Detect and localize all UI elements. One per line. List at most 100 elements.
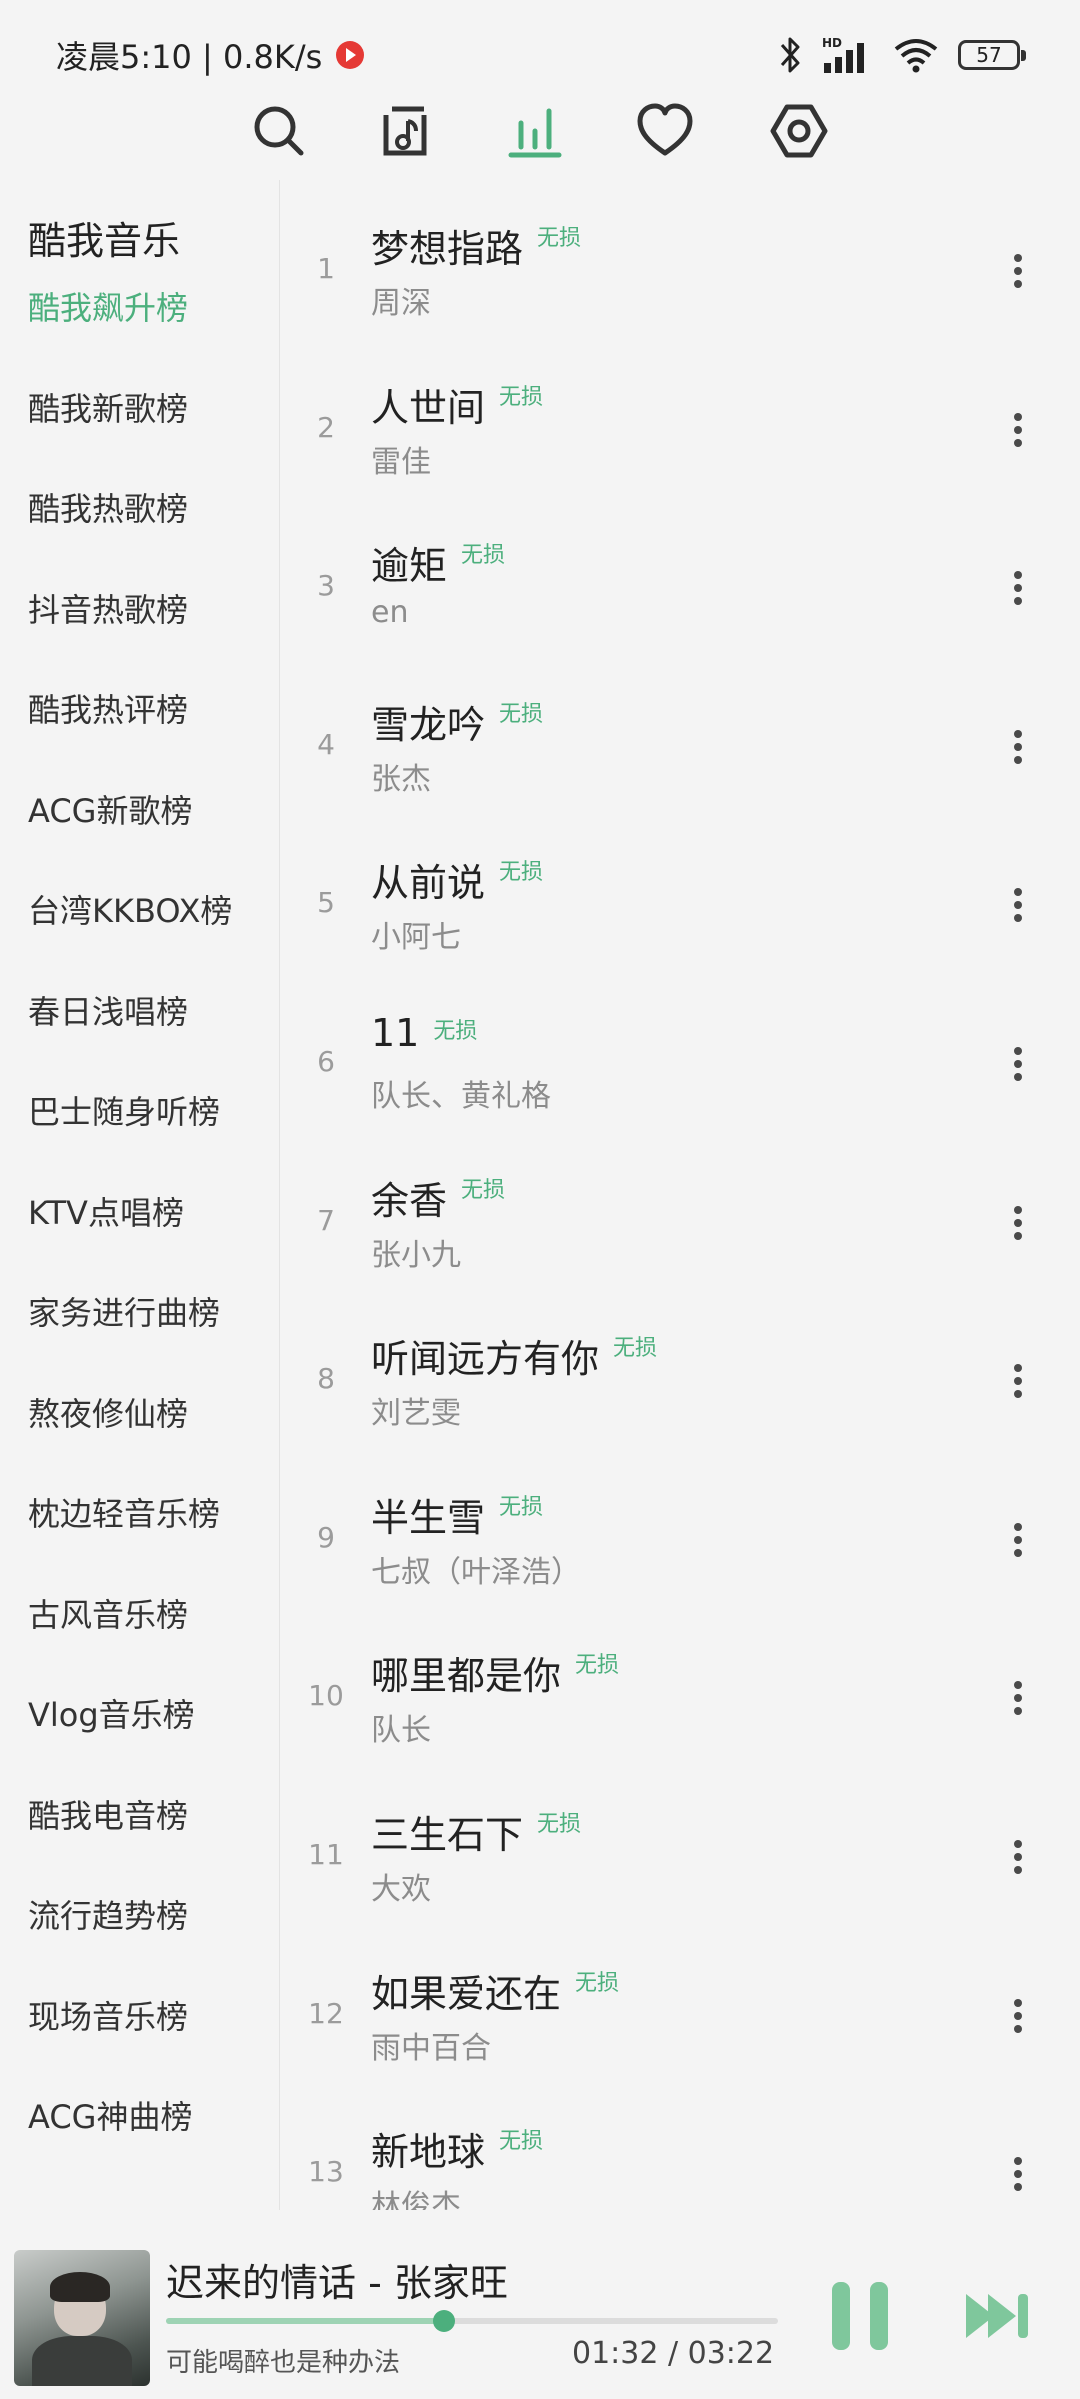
nav-charts-button[interactable] <box>500 96 570 166</box>
sidebar-category-item[interactable]: ACG神曲榜 <box>28 2087 192 2147</box>
more-options-icon[interactable] <box>1006 1515 1030 1565</box>
nav-favorites-button[interactable] <box>630 96 700 166</box>
next-track-icon <box>966 2294 1028 2338</box>
lossless-badge: 无损 <box>537 226 582 251</box>
sidebar-category-item[interactable]: 酷我热歌榜 <box>28 479 188 539</box>
more-options-icon[interactable] <box>1006 1039 1030 1089</box>
song-artist: 张小九 <box>371 1237 461 1273</box>
pause-button[interactable] <box>828 2282 892 2350</box>
sidebar-category-item[interactable]: 熬夜修仙榜 <box>28 1384 188 1444</box>
song-rank: 5 <box>317 886 335 920</box>
sidebar-category-item[interactable]: 春日浅唱榜 <box>28 982 188 1042</box>
lossless-badge: 无损 <box>461 1177 506 1203</box>
sidebar-title: 酷我音乐 <box>28 219 181 263</box>
song-list: 1 梦想指路 无损 周深 2 人世间 无损 雷佳 3 逾矩 无损 en 4 雪龙吟 无损 张杰 5 从前说 无损 小阿… <box>281 180 1080 2210</box>
song-title: 雪龙吟 <box>371 702 486 747</box>
sidebar-category-item[interactable]: 酷我新歌榜 <box>28 379 188 439</box>
song-rank: 11 <box>308 1838 344 1871</box>
signal-icon: HD <box>822 36 864 73</box>
song-row[interactable]: 1 梦想指路 无损 周深 <box>281 194 1080 352</box>
lossless-badge: 无损 <box>575 1970 620 1996</box>
sidebar-category-item[interactable]: 抖音热歌榜 <box>28 580 188 640</box>
sidebar-category-item[interactable]: 现场音乐榜 <box>28 1987 188 2047</box>
song-row[interactable]: 2 人世间 无损 雷佳 <box>281 353 1080 511</box>
lossless-badge: 无损 <box>499 384 544 410</box>
song-title: 11 <box>371 1011 420 1055</box>
song-row[interactable]: 13 新地球 无损 林俊杰 <box>281 2097 1080 2210</box>
lossless-badge: 无损 <box>537 1812 582 1837</box>
nav-settings-button[interactable] <box>764 96 834 166</box>
top-nav <box>0 96 1080 166</box>
song-rank: 9 <box>317 1520 335 1554</box>
song-title-wrap: 余香 无损 <box>371 1170 505 1225</box>
screen-record-icon <box>336 41 365 69</box>
lossless-badge: 无损 <box>499 2129 544 2155</box>
status-bar: 凌晨5:10 | 0.8K/s HD 57 <box>0 0 1080 104</box>
sidebar-category-item[interactable]: 巴士随身听榜 <box>28 1082 220 1142</box>
song-row[interactable]: 12 如果爱还在 无损 雨中百合 <box>281 1939 1080 2097</box>
song-artist: 雨中百合 <box>371 2030 491 2066</box>
more-options-icon[interactable] <box>1006 722 1030 772</box>
song-title: 梦想指路 <box>371 227 524 271</box>
more-options-icon[interactable] <box>1006 2149 1030 2199</box>
lossless-badge: 无损 <box>499 701 544 727</box>
more-options-icon[interactable] <box>1006 1673 1030 1723</box>
song-rank: 8 <box>317 1362 335 1396</box>
svg-text:HD: HD <box>822 36 842 50</box>
more-options-icon[interactable] <box>1006 880 1030 930</box>
sidebar-category-item[interactable]: Vlog音乐榜 <box>28 1685 195 1745</box>
more-options-icon[interactable] <box>1006 1991 1030 2041</box>
more-options-icon[interactable] <box>1006 1356 1030 1406</box>
sidebar-category-item[interactable]: KTV点唱榜 <box>28 1183 184 1243</box>
status-left: 凌晨5:10 | 0.8K/s <box>56 30 365 80</box>
song-rank: 12 <box>308 1996 344 2030</box>
album-cover[interactable] <box>14 2250 150 2386</box>
song-row[interactable]: 3 逾矩 无损 en <box>281 511 1080 669</box>
now-playing-title: 迟来的情话 - 张家旺 <box>166 2261 508 2305</box>
song-row[interactable]: 4 雪龙吟 无损 张杰 <box>281 670 1080 828</box>
song-rank: 7 <box>317 1203 335 1237</box>
song-artist: 张杰 <box>371 761 431 797</box>
more-options-icon[interactable] <box>1006 405 1030 455</box>
wifi-icon <box>894 39 938 73</box>
status-right: HD 57 <box>778 30 1026 80</box>
song-title: 余香 <box>371 1178 448 1223</box>
song-artist: 雷佳 <box>371 444 431 480</box>
song-row[interactable]: 9 半生雪 无损 七叔（叶泽浩） <box>281 1463 1080 1621</box>
song-row[interactable]: 11 三生石下 无损 大欢 <box>281 1780 1080 1938</box>
sidebar-category-item[interactable]: 酷我电音榜 <box>28 1786 188 1846</box>
progress-knob[interactable] <box>433 2310 456 2332</box>
song-row[interactable]: 10 哪里都是你 无损 队长 <box>281 1621 1080 1779</box>
song-title: 新地球 <box>371 2130 486 2175</box>
song-artist: 刘艺雯 <box>371 1396 461 1432</box>
song-row[interactable]: 7 余香 无损张小九 <box>281 1146 1080 1304</box>
song-row[interactable]: 6 11 无损 队长、黄礼格 <box>281 987 1080 1145</box>
music-library-icon <box>383 106 427 156</box>
more-options-icon[interactable] <box>1006 1832 1030 1882</box>
sidebar-category-item[interactable]: 古风音乐榜 <box>28 1585 188 1645</box>
mini-player[interactable]: 迟来的情话 - 张家旺 可能喝醉也是种办法 01:32 / 03:22 <box>0 2236 1080 2399</box>
song-row[interactable]: 5 从前说 无损 小阿七 <box>281 828 1080 986</box>
sidebar-category-item[interactable]: 台湾KKBOX榜 <box>28 881 232 941</box>
sidebar-category-item[interactable]: 酷我热评榜 <box>28 680 188 740</box>
nav-library-button[interactable] <box>371 96 441 166</box>
song-title-wrap: 新地球 无损 <box>371 2121 543 2176</box>
lossless-badge: 无损 <box>613 1336 658 1362</box>
sidebar-category-item[interactable]: 酷我飙升榜 <box>28 278 188 338</box>
sidebar-category-item[interactable]: 枕边轻音乐榜 <box>28 1484 220 1544</box>
more-options-icon[interactable] <box>1006 1198 1030 1248</box>
sidebar-category-item[interactable]: 家务进行曲榜 <box>28 1283 220 1343</box>
nav-search-button[interactable] <box>244 96 314 166</box>
progress-bar[interactable] <box>166 2310 778 2332</box>
more-options-icon[interactable] <box>1006 246 1030 296</box>
song-rank: 2 <box>317 410 335 444</box>
song-title-wrap: 逾矩 无损 <box>371 535 505 590</box>
lossless-badge: 无损 <box>499 1494 544 1520</box>
song-artist: 大欢 <box>371 1872 431 1907</box>
song-row[interactable]: 8 听闻远方有你 无损 刘艺雯 <box>281 1304 1080 1462</box>
sidebar-category-item[interactable]: ACG新歌榜 <box>28 781 192 841</box>
sidebar-category-item[interactable]: 流行趋势榜 <box>28 1886 188 1946</box>
next-track-button[interactable] <box>962 2288 1032 2344</box>
more-options-icon[interactable] <box>1006 563 1030 613</box>
song-title: 逾矩 <box>371 544 448 589</box>
